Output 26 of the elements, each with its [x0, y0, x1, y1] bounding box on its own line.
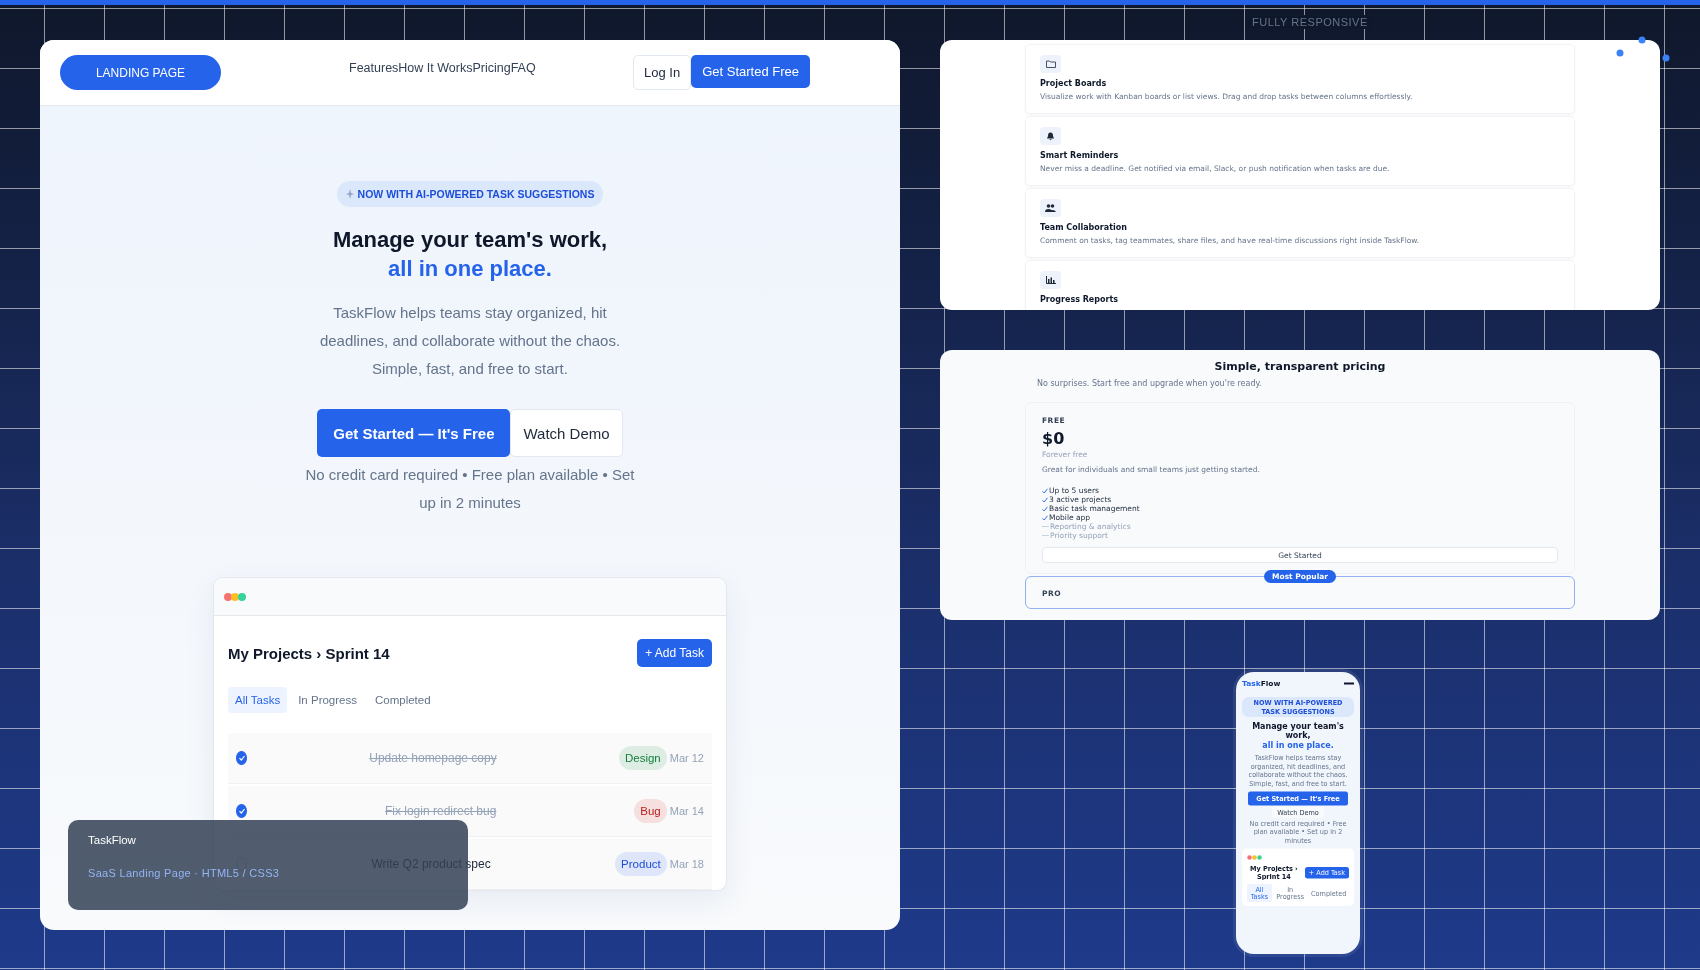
- feature-title: Team Collaboration: [1040, 223, 1128, 232]
- plan-price: $0: [1042, 429, 1066, 448]
- task-date: Mar 18: [669, 858, 704, 870]
- section-label: FULLY RESPONSIVE: [1248, 15, 1372, 29]
- task-date: Mar 12: [669, 752, 704, 764]
- hero-description: TaskFlow helps teams stay organized, hit deadlines, and collaborate without the chaos. Simple, fast, and free to start.: [318, 303, 622, 379]
- task-tag: Design: [618, 746, 667, 770]
- feature-title: Project Boards: [1040, 79, 1108, 88]
- badge-text: NOW WITH AI-POWERED TASK SUGGESTIONS: [357, 188, 595, 200]
- feature-title: Smart Reminders: [1040, 151, 1120, 160]
- caption-subtitle: SaaS Landing Page · HTML5 / CSS3: [88, 867, 281, 879]
- task-date: Mar 14: [669, 805, 704, 817]
- hero-title: Manage your team's work,: [1252, 721, 1344, 740]
- pricing-subtitle: No surprises. Start free and upgrade when you're ready.: [1037, 379, 1263, 388]
- hero-title: Manage your team's work,: [332, 226, 608, 254]
- project-title: My Projects › Sprint 14: [228, 644, 390, 662]
- feature-title: Progress Reports: [1040, 295, 1120, 304]
- pricing-title: Simple, transparent pricing: [1213, 360, 1387, 373]
- task-tag: Bug: [634, 799, 667, 823]
- task-title: Fix login redirect bug: [383, 804, 498, 818]
- caption-title: TaskFlow: [88, 834, 137, 846]
- hero-note: No credit card required • Free plan available • Set up in 2 minutes: [305, 465, 635, 513]
- hero-title-accent: all in one place.: [1261, 740, 1335, 750]
- hero-title-accent: all in one place.: [387, 255, 553, 283]
- task-tag: Product: [615, 852, 667, 876]
- task-title: Update homepage copy: [368, 751, 498, 765]
